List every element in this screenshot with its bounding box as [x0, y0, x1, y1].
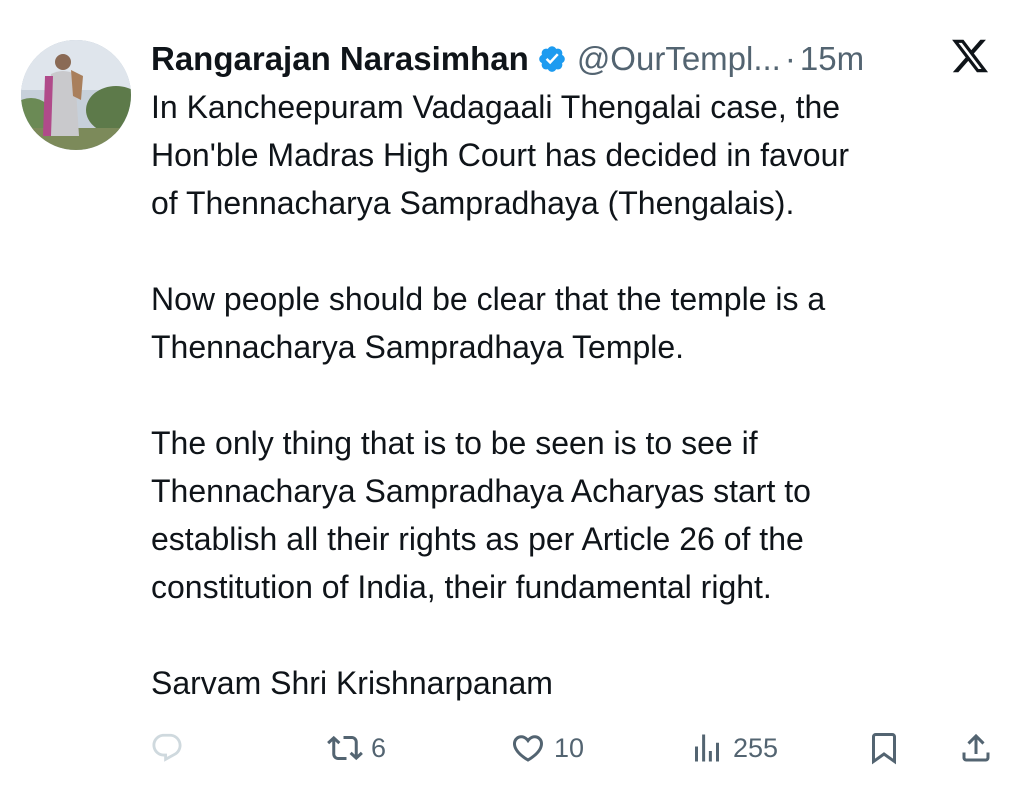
bookmark-button[interactable]	[866, 728, 902, 768]
tweet-paragraph: Now people should be clear that the temp…	[151, 281, 826, 365]
share-icon	[958, 730, 994, 766]
reply-icon	[150, 731, 184, 765]
retweet-count: 6	[371, 732, 387, 763]
x-logo-icon[interactable]	[950, 36, 990, 76]
retweet-button[interactable]: 6	[327, 728, 386, 768]
separator-dot: ·	[784, 40, 796, 77]
like-count: 10	[554, 732, 585, 763]
tweet-paragraph: Sarvam Shri Krishnarpanam	[151, 665, 553, 701]
avatar-image	[21, 40, 131, 150]
heart-icon	[510, 730, 546, 766]
like-button[interactable]: 10	[510, 728, 584, 768]
views-button[interactable]: 255	[689, 728, 778, 768]
share-button[interactable]	[958, 728, 994, 768]
tweet-paragraph: In Kancheepuram Vadagaali Thengalai case…	[151, 89, 850, 221]
tweet-header: Rangarajan Narasimhan @OurTempl... · 15m	[151, 36, 1011, 82]
views-count: 255	[733, 732, 779, 763]
reply-button[interactable]	[150, 728, 184, 768]
action-bar: 6 10 255	[0, 718, 1024, 778]
tweet-paragraph: The only thing that is to be seen is to …	[151, 425, 811, 605]
avatar[interactable]	[21, 40, 131, 150]
views-icon	[689, 730, 725, 766]
bookmark-icon	[866, 730, 902, 766]
tweet: Rangarajan Narasimhan @OurTempl... · 15m…	[0, 0, 1024, 786]
author-name[interactable]: Rangarajan Narasimhan	[151, 40, 529, 78]
tweet-text: In Kancheepuram Vadagaali Thengalai case…	[151, 83, 981, 707]
retweet-icon	[327, 730, 363, 766]
tweet-timestamp[interactable]: 15m	[800, 40, 864, 78]
author-handle[interactable]: @OurTempl...	[577, 40, 781, 78]
verified-badge-icon	[537, 44, 567, 74]
